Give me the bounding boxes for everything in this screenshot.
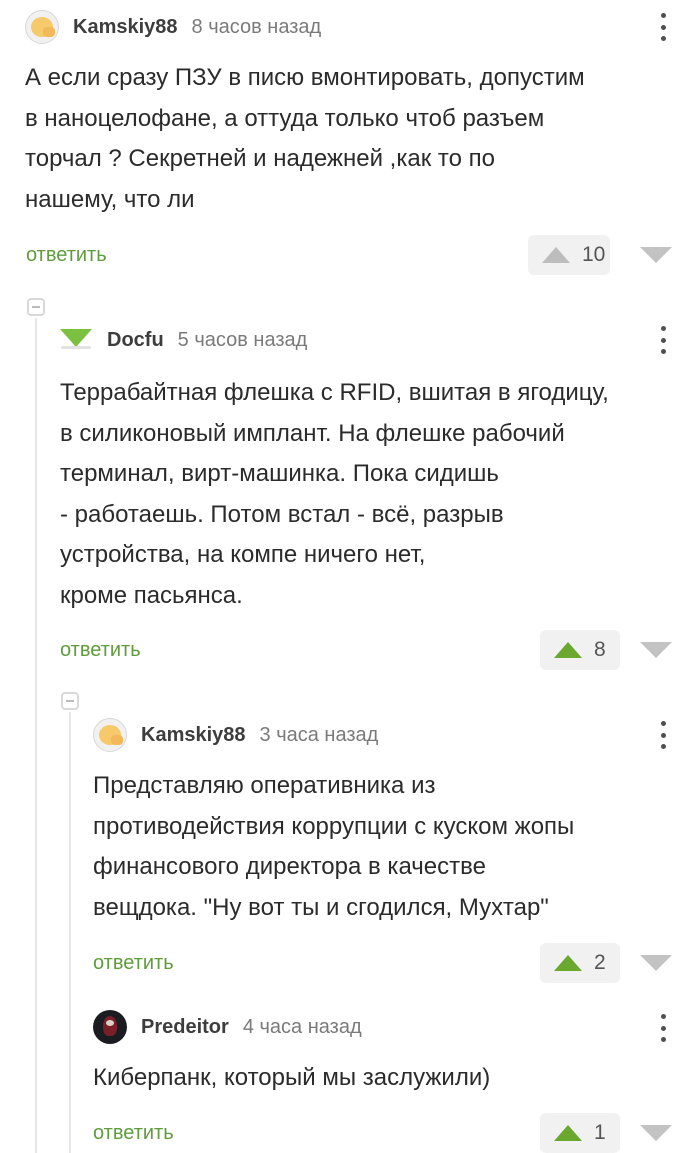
- upvote-arrow-icon: [542, 247, 570, 263]
- comment-header: Docfu 5 часов назад: [59, 325, 307, 355]
- downvote-arrow-icon[interactable]: [640, 642, 672, 658]
- upvote-arrow-icon: [554, 1125, 582, 1141]
- upvote-button[interactable]: 2: [540, 943, 620, 983]
- timestamp: 4 часа назад: [242, 1015, 362, 1038]
- upvote-button[interactable]: 8: [540, 630, 620, 670]
- user-avatar[interactable]: [93, 718, 127, 752]
- rating-count: 8: [594, 638, 606, 661]
- comment-text: Киберпанк, который мы заслужили): [93, 1064, 491, 1091]
- username[interactable]: Kamskiy88: [141, 724, 246, 747]
- downvote-arrow-icon[interactable]: [640, 247, 672, 263]
- upvote-button[interactable]: 1: [540, 1113, 620, 1153]
- dark-portrait-icon[interactable]: [93, 1010, 127, 1044]
- timestamp: 3 часа назад: [259, 723, 379, 746]
- comment-text: Представляю оперативника из противодейст…: [93, 772, 575, 921]
- rating-count: 10: [582, 243, 606, 266]
- thread-line-level-2: [69, 712, 71, 1153]
- reply-button[interactable]: ответить: [93, 952, 174, 975]
- collapse-thread-toggle[interactable]: [27, 298, 45, 316]
- comment-text: Террабайтная флешка с RFID, вшитая в яго…: [60, 379, 609, 609]
- thread-line-level-1: [35, 318, 37, 1153]
- more-options-icon[interactable]: [660, 326, 666, 354]
- downvote-arrow-icon[interactable]: [640, 1125, 672, 1141]
- collapse-thread-toggle[interactable]: [61, 692, 79, 710]
- timestamp: 8 часов назад: [191, 15, 322, 38]
- reply-button[interactable]: ответить: [26, 244, 107, 267]
- rating-count: 2: [594, 951, 606, 974]
- reply-button[interactable]: ответить: [93, 1122, 174, 1145]
- comment-header: Kamskiy88 8 часов назад: [25, 10, 322, 44]
- more-options-icon[interactable]: [660, 1014, 666, 1042]
- more-options-icon[interactable]: [660, 721, 666, 749]
- upvote-arrow-icon: [554, 955, 582, 971]
- comment-text: А если сразу ПЗУ в писю вмонтировать, до…: [25, 64, 585, 213]
- downvote-arrow-icon[interactable]: [640, 955, 672, 971]
- username[interactable]: Kamskiy88: [73, 16, 178, 39]
- comment-header: Kamskiy88 3 часа назад: [93, 718, 379, 752]
- more-options-icon[interactable]: [660, 13, 666, 41]
- upvote-button[interactable]: 10: [528, 235, 610, 275]
- rating-count: 1: [594, 1121, 606, 1144]
- username[interactable]: Predeitor: [141, 1016, 229, 1039]
- comment-header: Predeitor 4 часа назад: [93, 1010, 362, 1044]
- green-triangle-logo-icon[interactable]: [59, 325, 93, 355]
- reply-button[interactable]: ответить: [60, 639, 141, 662]
- timestamp: 5 часов назад: [177, 328, 308, 351]
- user-avatar[interactable]: [25, 10, 59, 44]
- upvote-arrow-icon: [554, 642, 582, 658]
- username[interactable]: Docfu: [107, 329, 164, 352]
